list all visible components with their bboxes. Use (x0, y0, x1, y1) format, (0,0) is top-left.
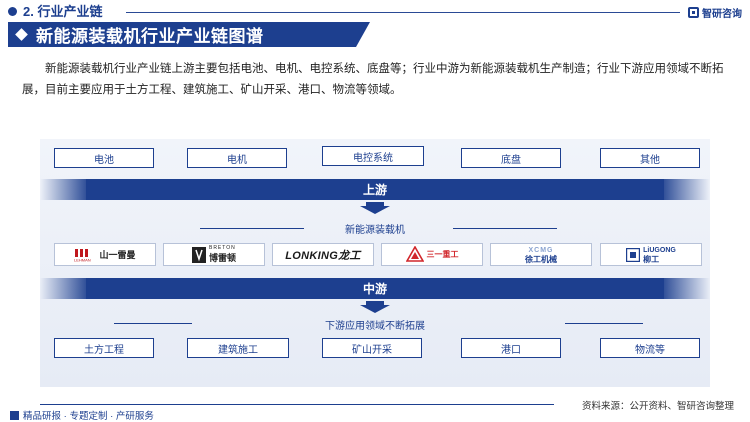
brand-xcmg: XCMG 徐工机械 (490, 243, 592, 266)
bullet-icon (8, 7, 17, 16)
brand-name: 徐工机械 (525, 254, 557, 264)
upstream-band: 上游 (86, 179, 664, 200)
footer-divider (40, 404, 554, 405)
divider-left (200, 228, 304, 229)
brand-name: 博雷顿 (208, 253, 236, 263)
source-note: 资料来源：公开资料、智研咨询整理 (581, 401, 734, 412)
upstream-item-other: 其他 (600, 148, 700, 168)
band-fade-right (664, 278, 710, 299)
brand-name: 柳工 (643, 254, 660, 264)
brand-liugong: LiUGONG 柳工 (600, 243, 702, 266)
midstream-band: 中游 (86, 278, 664, 299)
description-text: 新能源装载机行业产业链上游主要包括电池、电机、电控系统、底盘等；行业中游为新能源… (22, 63, 724, 96)
diamond-icon (15, 28, 28, 41)
brand-name: LONKING龙工 (285, 249, 361, 262)
svg-text:LEHMAN: LEHMAN (74, 257, 91, 262)
brand-subtext: XCMG (528, 246, 554, 254)
downstream-item-construction: 建筑施工 (187, 338, 289, 358)
upstream-item-battery: 电池 (54, 148, 154, 168)
brand-logo: 智研咨询 (688, 4, 742, 20)
brand-name: 山一雷曼 (99, 250, 136, 260)
logo-icon (688, 6, 699, 18)
liugong-logo-icon (626, 247, 641, 262)
breton-logo-icon (191, 246, 206, 263)
downstream-item-logistics: 物流等 (600, 338, 700, 358)
down-arrow-icon (360, 301, 390, 313)
section-title: 2. 行业产业链 (23, 4, 103, 19)
divider-right (453, 228, 557, 229)
brand-subtext: LiUGONG (643, 246, 676, 254)
brand-breton: BRETON 博雷顿 (163, 243, 265, 266)
brand-lonking: LONKING龙工 (272, 243, 374, 266)
header-divider (126, 12, 680, 13)
title-banner: 新能源装载机行业产业链图谱 (8, 22, 370, 47)
midstream-label: 新能源装载机 (345, 225, 405, 236)
brand-sany: 三一重工 (381, 243, 483, 266)
sany-logo-icon (405, 245, 424, 262)
brand-lehman: LEHMAN 山一雷曼 (54, 243, 156, 266)
section-header: 2. 行业产业链 智研咨询 (8, 4, 742, 20)
band-fade-right (664, 179, 710, 200)
down-arrow-icon (360, 202, 390, 214)
band-fade-left (40, 278, 86, 299)
downstream-item-port: 港口 (461, 338, 561, 358)
divider-right (565, 323, 643, 324)
page-title: 新能源装载机行业产业链图谱 (36, 27, 264, 46)
upstream-item-motor: 电机 (187, 148, 287, 168)
upstream-item-chassis: 底盘 (461, 148, 561, 168)
lehman-logo-icon: LEHMAN (74, 248, 91, 262)
tagline-text: 精品研报 · 专题定制 · 产研服务 (23, 411, 154, 422)
band-fade-left (40, 179, 86, 200)
banner-tail (356, 22, 370, 47)
footer-tagline: 精品研报 · 专题定制 · 产研服务 (10, 408, 154, 422)
divider-left (114, 323, 192, 324)
upstream-item-control-system: 电控系统 (322, 146, 424, 166)
downstream-item-mining: 矿山开采 (322, 338, 422, 358)
brand-name: 三一重工 (426, 250, 459, 259)
square-icon (10, 410, 19, 420)
logo-text: 智研咨询 (702, 8, 742, 20)
downstream-label: 下游应用领域不断拓展 (325, 321, 425, 332)
downstream-item-earthwork: 土方工程 (54, 338, 154, 358)
